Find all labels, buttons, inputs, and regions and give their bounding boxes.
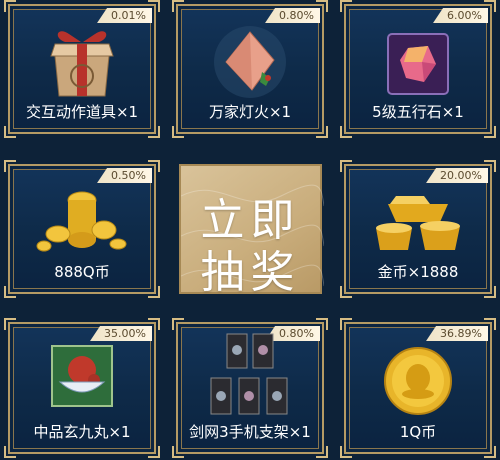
chance-badge: 0.80%	[265, 8, 320, 23]
phone-stand-icon	[210, 333, 288, 415]
prize-name: 1Q币	[399, 423, 437, 441]
prize-name: 5级五行石×1	[372, 103, 464, 121]
draw-now-button[interactable]: 立即 抽奖	[179, 164, 324, 298]
prize-card-1-q-coin: 36.89% 1Q币	[340, 318, 496, 458]
pill-bowl-icon	[51, 345, 113, 407]
q-coin-icon	[384, 347, 452, 415]
prize-card-pill: 35.00% 中品玄九丸×1	[4, 318, 160, 458]
prize-name: 剑网3手机支架×1	[189, 423, 311, 441]
prize-name: 888Q币	[54, 263, 110, 281]
gold-ingot-icon	[376, 196, 460, 250]
coin-stack-icon	[36, 191, 127, 252]
prize-card-phone-stand: 0.80% 剑网3手机支架×1	[172, 318, 328, 458]
prize-card-interaction-item: 0.01% 交互动作道具×1	[4, 0, 160, 138]
prize-card-five-element-stone: 6.00% 5级五行石×1	[340, 0, 496, 138]
prize-name: 中品玄九丸×1	[33, 423, 131, 441]
lottery-grid: 0.01% 交互动作道具×1 0.80% 万家灯火×1 6.00% 5级五行石×…	[0, 0, 500, 460]
prize-name: 交互动作道具×1	[25, 103, 139, 121]
gift-box-icon	[50, 31, 114, 97]
draw-label-line2: 抽奖	[200, 247, 301, 298]
chance-badge: 20.00%	[426, 168, 488, 183]
chance-badge: 35.00%	[90, 326, 152, 341]
prize-name: 金币×1888	[377, 263, 459, 281]
chance-badge: 0.50%	[97, 168, 152, 183]
prize-card-lantern: 0.80% 万家灯火×1	[172, 0, 328, 138]
prize-card-gold: 20.00% 金币×1888	[340, 160, 496, 298]
lantern-icon	[214, 26, 286, 98]
prize-name: 万家灯火×1	[208, 103, 292, 121]
gem-icon	[387, 33, 449, 95]
prize-card-888-q-coin: 0.50% 888Q币	[4, 160, 160, 298]
chance-badge: 0.01%	[97, 8, 152, 23]
chance-badge: 36.89%	[426, 326, 488, 341]
chance-badge: 6.00%	[433, 8, 488, 23]
